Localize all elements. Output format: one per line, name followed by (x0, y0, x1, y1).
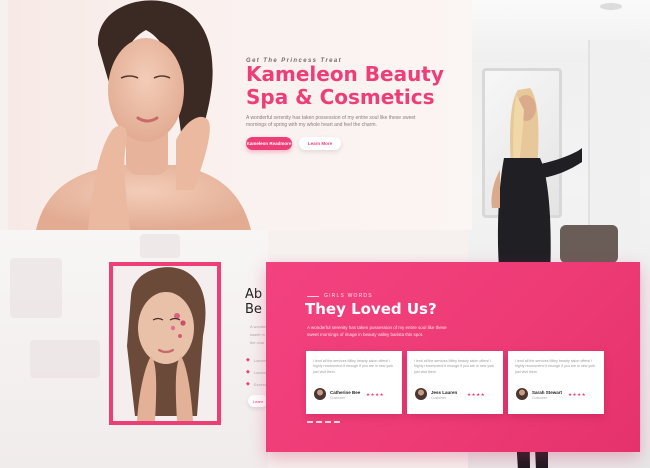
about-feature-list: ◆ Lacom ◆ Lacom ◆ Excess (246, 354, 267, 390)
faded-compact (140, 234, 180, 258)
ceiling-lamp (600, 3, 622, 10)
diamond-icon: ◆ (246, 368, 250, 375)
avatar (314, 388, 326, 400)
salon-wall-panel (588, 40, 640, 250)
faded-brush (30, 340, 100, 378)
about-model-photo (109, 262, 221, 425)
star-rating: ★★★★ (568, 392, 587, 397)
about-text-line: the char (250, 340, 265, 345)
about-text-line: sweet m (250, 332, 265, 337)
about-list-label: Excess (254, 381, 267, 387)
about-list-label: Lacom (254, 357, 267, 363)
testimonial-card: I lend all the services Miley beauty sal… (508, 351, 604, 414)
testimonial-name: Sarah Stewart (532, 390, 563, 395)
about-title-line-1: Ab (245, 287, 263, 302)
diamond-icon: ◆ (246, 356, 250, 363)
carousel-dash[interactable] (307, 421, 313, 423)
carousel-dash[interactable] (325, 421, 331, 423)
kicker-line (307, 295, 319, 297)
hero-model-photo (36, 0, 251, 230)
testimonial-quote: I lend all the services Miley beauty sal… (515, 359, 596, 374)
about-list-label: Lacom (254, 369, 267, 375)
hero-title: Kameleon Beauty Spa & Cosmetics (246, 62, 444, 109)
testimonials-kicker: GIRLS WORDS (307, 293, 373, 299)
avatar (415, 388, 427, 400)
testimonial-name: Catherine Bee (330, 390, 361, 395)
about-list-item: ◆ Excess (246, 378, 267, 390)
star-rating: ★★★★ (467, 392, 486, 397)
testimonial-role: Customer (330, 396, 346, 400)
testimonial-quote: I lend all the services Miley beauty sal… (313, 359, 394, 374)
about-portrait-image (113, 266, 217, 421)
avatar (516, 388, 528, 400)
faded-makeup-palette (10, 258, 62, 318)
hero-description: A wonderful serenity has taken possessio… (246, 115, 416, 129)
testimonial-quote: I lend all the services Miley beauty sal… (414, 359, 495, 374)
testimonial-role: Customer (431, 396, 447, 400)
testimonial-name: Jess Lauren (431, 390, 458, 395)
hero-learn-more-button[interactable]: Learn More (299, 137, 341, 150)
diamond-icon: ◆ (246, 380, 250, 387)
carousel-indicator[interactable] (307, 421, 340, 423)
about-list-item: ◆ Lacom (246, 354, 267, 366)
about-learn-button[interactable]: Learn (248, 395, 268, 407)
testimonials-section: GIRLS WORDS They Loved Us? A wonderful s… (266, 262, 640, 452)
testimonials-heading: They Loved Us? (305, 300, 437, 318)
hero-primary-button[interactable]: Kameleon Readmore (246, 137, 292, 150)
hero-section: Get The Princess Treat Kameleon Beauty S… (8, 0, 472, 230)
about-text: A wonder sweet m the char (250, 323, 266, 347)
about-title-line-2: Be (245, 302, 262, 317)
testimonial-card: I lend all the services Miley beauty sal… (407, 351, 503, 414)
about-list-item: ◆ Lacom (246, 366, 267, 378)
testimonials-kicker-text: GIRLS WORDS (324, 293, 373, 299)
testimonial-role: Customer (532, 396, 548, 400)
testimonial-card: I lend all the services Miley beauty sal… (306, 351, 402, 414)
carousel-dash[interactable] (316, 421, 322, 423)
about-text-line: A wonder (250, 324, 266, 329)
star-rating: ★★★★ (366, 392, 385, 397)
testimonials-subtitle: A wonderful serenity has taken possessio… (307, 325, 447, 337)
carousel-dash[interactable] (334, 421, 340, 423)
about-title: Ab Be (245, 287, 262, 317)
